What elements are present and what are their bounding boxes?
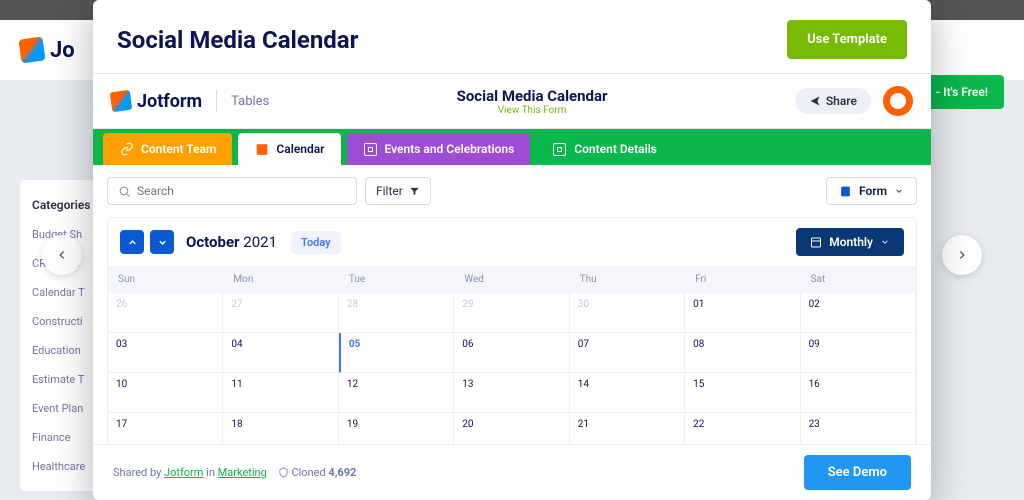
- chevron-down-icon: [157, 237, 168, 248]
- calendar-cell[interactable]: 08: [685, 333, 800, 373]
- chevron-right-icon: [955, 248, 969, 262]
- calendar-cell[interactable]: 28: [339, 293, 454, 333]
- share-icon: [809, 95, 821, 107]
- search-icon: [118, 185, 131, 198]
- calendar-cell[interactable]: 27: [223, 293, 338, 333]
- user-avatar[interactable]: [883, 86, 913, 116]
- link-icon: [119, 142, 134, 157]
- calendar-cell[interactable]: 29: [454, 293, 569, 333]
- next-month-button[interactable]: [150, 230, 174, 254]
- form-view-button[interactable]: Form: [826, 177, 917, 205]
- tables-label[interactable]: Tables: [231, 94, 269, 109]
- calendar-cell[interactable]: 17: [108, 413, 223, 444]
- calendar-container: October 2021 Today Monthly SunMonTueWedT…: [107, 217, 917, 444]
- dow-cell: Sat: [801, 266, 916, 293]
- clone-icon: [278, 467, 289, 478]
- template-modal: Social Media Calendar Use Template Jotfo…: [93, 0, 931, 500]
- calendar-cell[interactable]: 07: [570, 333, 685, 373]
- calendar-cell[interactable]: 01: [685, 293, 800, 333]
- day-of-week-header: SunMonTueWedThuFriSat: [108, 266, 916, 293]
- calendar-cell[interactable]: 30: [570, 293, 685, 333]
- close-icon: ×: [993, 15, 1009, 39]
- calendar-grid: 26272829300102 03040506070809 101112131415…: [108, 293, 916, 444]
- tab-calendar[interactable]: Calendar: [238, 133, 340, 165]
- dow-cell: Tue: [339, 266, 454, 293]
- search-input[interactable]: [137, 184, 346, 198]
- calendar-cell[interactable]: 04: [223, 333, 338, 373]
- background-logo: Jo: [20, 38, 75, 63]
- view-form-link[interactable]: View This Form: [457, 105, 608, 116]
- category-link[interactable]: Marketing: [218, 466, 267, 479]
- calendar-cell[interactable]: 18: [223, 413, 338, 444]
- calendar-cell[interactable]: 15: [685, 373, 800, 413]
- author-link[interactable]: Jotform: [164, 466, 203, 479]
- prev-month-button[interactable]: [120, 230, 144, 254]
- jotform-logo-mark: [110, 90, 133, 113]
- calendar-cell[interactable]: 05: [339, 333, 454, 373]
- view-mode-button[interactable]: Monthly: [796, 228, 904, 256]
- calendar-cell[interactable]: 20: [454, 413, 569, 444]
- grid-icon: [363, 142, 378, 157]
- footer-meta: Shared by Jotform in Marketing Cloned 4,…: [113, 466, 356, 479]
- its-free-button[interactable]: - It's Free!: [920, 75, 1004, 109]
- calendar-cell[interactable]: 02: [801, 293, 916, 333]
- calendar-icon: [810, 236, 822, 248]
- search-field[interactable]: [107, 177, 357, 205]
- calendar-cell[interactable]: 22: [685, 413, 800, 444]
- share-button[interactable]: Share: [795, 88, 871, 114]
- tab-events[interactable]: Events and Celebrations: [347, 133, 531, 165]
- chevron-down-icon: [880, 237, 890, 247]
- calendar-cell[interactable]: 06: [454, 333, 569, 373]
- filter-icon: [409, 186, 420, 197]
- dow-cell: Mon: [223, 266, 338, 293]
- next-template-button[interactable]: [942, 235, 982, 275]
- dow-cell: Sun: [108, 266, 223, 293]
- jotform-logo[interactable]: Jotform: [111, 91, 202, 112]
- filter-button[interactable]: Filter: [365, 177, 431, 205]
- calendar-cell[interactable]: 23: [801, 413, 916, 444]
- calendar-cell[interactable]: 10: [108, 373, 223, 413]
- dow-cell: Thu: [570, 266, 685, 293]
- dow-cell: Fri: [685, 266, 800, 293]
- calendar-cell[interactable]: 21: [570, 413, 685, 444]
- calendar-cell[interactable]: 09: [801, 333, 916, 373]
- tab-content-team[interactable]: Content Team: [103, 133, 232, 165]
- calendar-cell[interactable]: 11: [223, 373, 338, 413]
- chevron-up-icon: [127, 237, 138, 248]
- grid-icon: [552, 142, 567, 157]
- chevron-down-icon: [894, 186, 904, 196]
- use-template-button[interactable]: Use Template: [787, 20, 907, 59]
- tabs-bar: Content Team Calendar Events and Celebra…: [93, 129, 931, 165]
- today-button[interactable]: Today: [291, 231, 341, 254]
- calendar-icon: [254, 142, 269, 157]
- close-modal-button[interactable]: × ESC: [993, 15, 1009, 49]
- calendar-cell[interactable]: 12: [339, 373, 454, 413]
- calendar-cell[interactable]: 19: [339, 413, 454, 444]
- calendar-cell[interactable]: 16: [801, 373, 916, 413]
- calendar-cell[interactable]: 26: [108, 293, 223, 333]
- form-title: Social Media Calendar: [457, 87, 608, 105]
- chevron-left-icon: [55, 248, 69, 262]
- dow-cell: Wed: [454, 266, 569, 293]
- month-year-label: October 2021: [186, 233, 277, 251]
- modal-title: Social Media Calendar: [117, 26, 358, 54]
- calendar-cell[interactable]: 14: [570, 373, 685, 413]
- see-demo-button[interactable]: See Demo: [804, 455, 911, 490]
- prev-template-button[interactable]: [42, 235, 82, 275]
- calendar-cell[interactable]: 03: [108, 333, 223, 373]
- calendar-cell[interactable]: 13: [454, 373, 569, 413]
- tab-content-details[interactable]: Content Details: [536, 133, 673, 165]
- form-icon: [839, 185, 852, 198]
